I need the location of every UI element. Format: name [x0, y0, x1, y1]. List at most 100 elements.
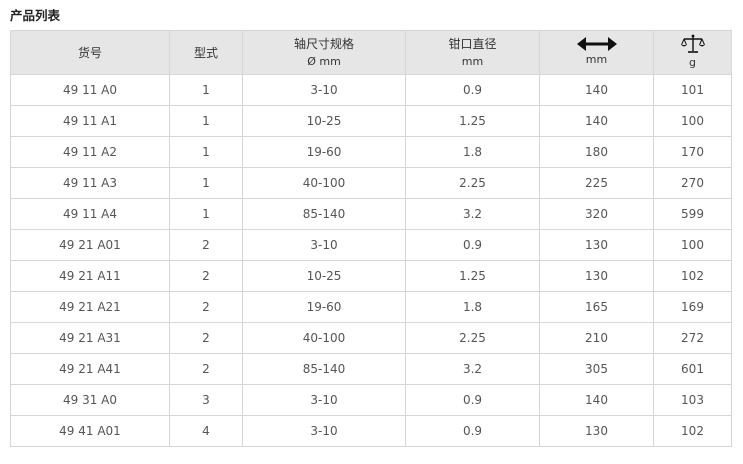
cell-length: 130 — [539, 415, 654, 447]
cell-item-number: 49 21 A31 — [10, 322, 170, 354]
cell-type: 1 — [169, 198, 243, 230]
cell-item-number: 49 21 A11 — [10, 260, 170, 292]
cell-type: 2 — [169, 353, 243, 385]
table-row: 49 11 A3 1 40-100 2.25 225 270 — [10, 167, 732, 199]
header-length-unit: mm — [585, 52, 608, 66]
table-header-row: 货号 型式 轴尺寸规格 Ø mm 钳口直径 mm mm g — [10, 30, 732, 75]
cell-shaft-size: 3-10 — [242, 384, 406, 416]
product-table: 货号 型式 轴尺寸规格 Ø mm 钳口直径 mm mm g 49 11 A0 1… — [10, 30, 732, 447]
cell-item-number: 49 21 A01 — [10, 229, 170, 261]
header-length: mm — [539, 30, 654, 75]
cell-item-number: 49 11 A0 — [10, 74, 170, 106]
table-row: 49 41 A01 4 3-10 0.9 130 102 — [10, 415, 732, 447]
cell-jaw-diameter: 0.9 — [405, 384, 540, 416]
header-weight: g — [653, 30, 732, 75]
cell-length: 140 — [539, 105, 654, 137]
cell-length: 305 — [539, 353, 654, 385]
cell-type: 1 — [169, 136, 243, 168]
scale-icon — [680, 34, 705, 53]
header-jaw-diameter-unit: mm — [461, 54, 484, 68]
cell-type: 2 — [169, 291, 243, 323]
cell-item-number: 49 21 A21 — [10, 291, 170, 323]
table-row: 49 11 A1 1 10-25 1.25 140 100 — [10, 105, 732, 137]
cell-shaft-size: 19-60 — [242, 136, 406, 168]
cell-shaft-size: 3-10 — [242, 229, 406, 261]
table-row: 49 21 A31 2 40-100 2.25 210 272 — [10, 322, 732, 354]
cell-weight: 100 — [653, 229, 732, 261]
cell-shaft-size: 3-10 — [242, 74, 406, 106]
header-shaft-size-label: 轴尺寸规格 — [293, 36, 354, 51]
cell-shaft-size: 40-100 — [242, 167, 406, 199]
cell-type: 2 — [169, 322, 243, 354]
cell-item-number: 49 11 A4 — [10, 198, 170, 230]
cell-length: 130 — [539, 229, 654, 261]
cell-type: 2 — [169, 229, 243, 261]
table-row: 49 31 A0 3 3-10 0.9 140 103 — [10, 384, 732, 416]
cell-weight: 101 — [653, 74, 732, 106]
cell-jaw-diameter: 3.2 — [405, 198, 540, 230]
cell-weight: 599 — [653, 198, 732, 230]
cell-type: 2 — [169, 260, 243, 292]
table-row: 49 21 A01 2 3-10 0.9 130 100 — [10, 229, 732, 261]
cell-item-number: 49 41 A01 — [10, 415, 170, 447]
table-row: 49 11 A0 1 3-10 0.9 140 101 — [10, 74, 732, 106]
cell-jaw-diameter: 0.9 — [405, 415, 540, 447]
header-item-number: 货号 — [10, 30, 170, 75]
cell-type: 1 — [169, 105, 243, 137]
cell-weight: 270 — [653, 167, 732, 199]
cell-item-number: 49 11 A2 — [10, 136, 170, 168]
cell-type: 3 — [169, 384, 243, 416]
cell-type: 1 — [169, 74, 243, 106]
cell-shaft-size: 10-25 — [242, 260, 406, 292]
cell-jaw-diameter: 0.9 — [405, 229, 540, 261]
cell-weight: 102 — [653, 260, 732, 292]
cell-weight: 272 — [653, 322, 732, 354]
cell-weight: 102 — [653, 415, 732, 447]
table-row: 49 21 A41 2 85-140 3.2 305 601 — [10, 353, 732, 385]
header-weight-unit: g — [689, 55, 696, 69]
cell-jaw-diameter: 1.25 — [405, 260, 540, 292]
cell-length: 210 — [539, 322, 654, 354]
header-shaft-size: 轴尺寸规格 Ø mm — [242, 30, 406, 75]
cell-jaw-diameter: 0.9 — [405, 74, 540, 106]
page-title: 产品列表 — [10, 8, 61, 23]
cell-jaw-diameter: 3.2 — [405, 353, 540, 385]
cell-length: 140 — [539, 384, 654, 416]
cell-shaft-size: 19-60 — [242, 291, 406, 323]
cell-weight: 601 — [653, 353, 732, 385]
cell-item-number: 49 11 A1 — [10, 105, 170, 137]
double-arrow-icon — [576, 36, 617, 51]
table-row: 49 21 A21 2 19-60 1.8 165 169 — [10, 291, 732, 323]
cell-item-number: 49 21 A41 — [10, 353, 170, 385]
cell-shaft-size: 3-10 — [242, 415, 406, 447]
header-type-label: 型式 — [193, 45, 218, 60]
header-item-number-label: 货号 — [77, 45, 102, 60]
cell-length: 225 — [539, 167, 654, 199]
table-row: 49 21 A11 2 10-25 1.25 130 102 — [10, 260, 732, 292]
cell-weight: 100 — [653, 105, 732, 137]
cell-shaft-size: 85-140 — [242, 198, 406, 230]
cell-item-number: 49 11 A3 — [10, 167, 170, 199]
cell-length: 180 — [539, 136, 654, 168]
cell-shaft-size: 85-140 — [242, 353, 406, 385]
cell-type: 4 — [169, 415, 243, 447]
cell-length: 140 — [539, 74, 654, 106]
cell-jaw-diameter: 2.25 — [405, 322, 540, 354]
cell-jaw-diameter: 1.8 — [405, 291, 540, 323]
header-shaft-size-unit: Ø mm — [307, 54, 341, 68]
cell-jaw-diameter: 1.8 — [405, 136, 540, 168]
cell-length: 320 — [539, 198, 654, 230]
header-jaw-diameter: 钳口直径 mm — [405, 30, 540, 75]
cell-item-number: 49 31 A0 — [10, 384, 170, 416]
table-body: 49 11 A0 1 3-10 0.9 140 101 49 11 A1 1 10-25 1.25… — [10, 74, 732, 447]
table-row: 49 11 A4 1 85-140 3.2 320 599 — [10, 198, 732, 230]
cell-jaw-diameter: 1.25 — [405, 105, 540, 137]
header-jaw-diameter-label: 钳口直径 — [448, 36, 497, 51]
cell-jaw-diameter: 2.25 — [405, 167, 540, 199]
cell-weight: 103 — [653, 384, 732, 416]
table-row: 49 11 A2 1 19-60 1.8 180 170 — [10, 136, 732, 168]
cell-weight: 170 — [653, 136, 732, 168]
cell-length: 130 — [539, 260, 654, 292]
cell-weight: 169 — [653, 291, 732, 323]
header-type: 型式 — [169, 30, 243, 75]
